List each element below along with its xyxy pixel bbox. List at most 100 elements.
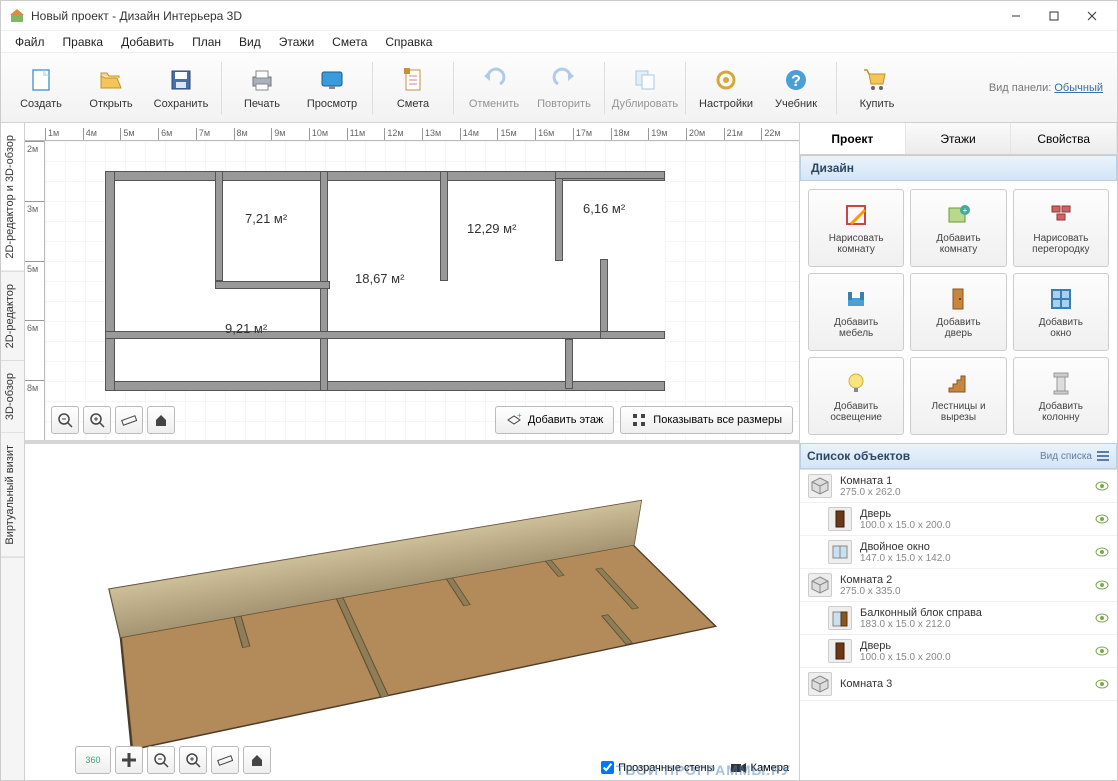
partition-icon — [1047, 201, 1075, 229]
toolbar-save-button[interactable]: Сохранить — [147, 57, 215, 119]
duplicate-icon — [631, 66, 659, 94]
screen-icon — [318, 66, 346, 94]
zoom-out-3d-button[interactable] — [147, 746, 175, 774]
home-button[interactable] — [147, 406, 175, 434]
plan-canvas[interactable]: 7,21 м² 18,67 м² 12,29 м² 6,16 м² 9,21 м… — [45, 141, 799, 440]
object-item[interactable]: Дверь100.0 x 15.0 x 200.0 — [800, 635, 1117, 668]
menu-Этажи[interactable]: Этажи — [271, 33, 322, 51]
object-item[interactable]: Комната 3 — [800, 668, 1117, 701]
ruler-vertical: 2м3м5м6м8м — [25, 141, 45, 440]
panel-mode-link[interactable]: Обычный — [1054, 82, 1103, 94]
visibility-icon[interactable] — [1095, 481, 1109, 491]
window-title: Новый проект - Дизайн Интерьера 3D — [31, 9, 999, 23]
settings-icon — [712, 66, 740, 94]
column-button[interactable]: Добавитьколонну — [1013, 357, 1109, 435]
zoom-in-3d-button[interactable] — [179, 746, 207, 774]
visibility-icon[interactable] — [1095, 547, 1109, 557]
pan-button[interactable] — [115, 746, 143, 774]
toolbar-open-button[interactable]: Открыть — [77, 57, 145, 119]
menu-Файл[interactable]: Файл — [7, 33, 53, 51]
furniture-icon — [842, 285, 870, 313]
toolbar-settings-button[interactable]: Настройки — [692, 57, 760, 119]
cube-icon — [808, 573, 832, 597]
visibility-icon[interactable] — [1095, 679, 1109, 689]
right-panel: ПроектЭтажиСвойства Дизайн Нарисоватьком… — [799, 123, 1117, 780]
light-button[interactable]: Добавитьосвещение — [808, 357, 904, 435]
visibility-icon[interactable] — [1095, 514, 1109, 524]
window-button[interactable]: Добавитьокно — [1013, 273, 1109, 351]
visibility-icon[interactable] — [1095, 646, 1109, 656]
visibility-icon[interactable] — [1095, 613, 1109, 623]
partition-button[interactable]: Нарисоватьперегородку — [1013, 189, 1109, 267]
list-mode-label: Вид списка — [1040, 451, 1092, 462]
object-item[interactable]: Комната 1275.0 x 262.0 — [800, 470, 1117, 503]
toolbar-print-button[interactable]: Печать — [228, 57, 296, 119]
vtab-0[interactable]: 2D-редактор и 3D-обзор — [1, 123, 24, 272]
rtab-Свойства[interactable]: Свойства — [1011, 123, 1117, 154]
maximize-button[interactable] — [1037, 4, 1071, 28]
main-toolbar: СоздатьОткрытьСохранитьПечатьПросмотрСме… — [1, 53, 1117, 123]
furniture-button[interactable]: Добавитьмебель — [808, 273, 904, 351]
toolbar-help-button[interactable]: ?Учебник — [762, 57, 830, 119]
list-mode-icon[interactable] — [1096, 449, 1110, 463]
stairs-button[interactable]: Лестницы ивырезы — [910, 357, 1006, 435]
add-room-button[interactable]: +Добавитькомнату — [910, 189, 1006, 267]
zoom-out-button[interactable] — [51, 406, 79, 434]
room-area-label: 7,21 м² — [245, 211, 287, 226]
toolbar-undo-button: Отменить — [460, 57, 528, 119]
add-room-icon: + — [944, 201, 972, 229]
object-item[interactable]: Двойное окно147.0 x 15.0 x 142.0 — [800, 536, 1117, 569]
camera-button[interactable]: Камера — [731, 762, 789, 774]
object-item[interactable]: Балконный блок справа183.0 x 15.0 x 212.… — [800, 602, 1117, 635]
vtab-2[interactable]: 3D-обзор — [1, 361, 24, 433]
room-area-label: 18,67 м² — [355, 271, 404, 286]
menu-Смета[interactable]: Смета — [324, 33, 375, 51]
vtab-3[interactable]: Виртуальный визит — [1, 433, 24, 558]
minimize-button[interactable] — [999, 4, 1033, 28]
right-tabs: ПроектЭтажиСвойства — [800, 123, 1117, 155]
toolbar-new-button[interactable]: Создать — [7, 57, 75, 119]
ruler-3d-button[interactable] — [211, 746, 239, 774]
close-button[interactable] — [1075, 4, 1109, 28]
vtab-1[interactable]: 2D-редактор — [1, 272, 24, 361]
redo-icon — [550, 66, 578, 94]
toolbar-cart-button[interactable]: Купить — [843, 57, 911, 119]
design-section-header: Дизайн — [800, 155, 1117, 181]
menu-Добавить[interactable]: Добавить — [113, 33, 182, 51]
print-icon — [248, 66, 276, 94]
draw-room-button[interactable]: Нарисоватькомнату — [808, 189, 904, 267]
transparent-walls-checkbox[interactable]: Прозрачные стены — [601, 761, 714, 774]
door-thumb-icon — [828, 507, 852, 531]
svg-text:+: + — [517, 412, 522, 420]
room-area-label: 9,21 м² — [225, 321, 267, 336]
room-area-label: 12,29 м² — [467, 221, 516, 236]
add-floor-button[interactable]: + Добавить этаж — [495, 406, 614, 434]
object-item[interactable]: Дверь100.0 x 15.0 x 200.0 — [800, 503, 1117, 536]
rtab-Проект[interactable]: Проект — [800, 123, 906, 154]
menu-Справка[interactable]: Справка — [377, 33, 440, 51]
toolbar-screen-button[interactable]: Просмотр — [298, 57, 366, 119]
visibility-icon[interactable] — [1095, 580, 1109, 590]
balcony-icon — [828, 606, 852, 630]
view-3d[interactable]: 360 Прозрачные стены Камера ТВОИ ПРОГРАМ… — [25, 440, 799, 780]
svg-text:?: ? — [791, 73, 801, 90]
toolbar-estimate-button[interactable]: Смета — [379, 57, 447, 119]
menu-Правка[interactable]: Правка — [55, 33, 112, 51]
door-button[interactable]: Добавитьдверь — [910, 273, 1006, 351]
stairs-icon — [944, 369, 972, 397]
panel-mode-label: Вид панели: Обычный — [989, 82, 1111, 94]
menu-Вид[interactable]: Вид — [231, 33, 269, 51]
rotate-360-button[interactable]: 360 — [75, 746, 111, 774]
object-item[interactable]: Комната 2275.0 x 335.0 — [800, 569, 1117, 602]
show-dimensions-button[interactable]: Показывать все размеры — [620, 406, 793, 434]
estimate-icon — [399, 66, 427, 94]
home-3d-button[interactable] — [243, 746, 271, 774]
cart-icon — [863, 66, 891, 94]
measure-button[interactable] — [115, 406, 143, 434]
app-icon — [9, 8, 25, 24]
rtab-Этажи[interactable]: Этажи — [906, 123, 1012, 154]
zoom-in-button[interactable] — [83, 406, 111, 434]
column-icon — [1047, 369, 1075, 397]
menu-План[interactable]: План — [184, 33, 229, 51]
ruler-horizontal: 1м4м5м6м7м8м9м10м11м12м13м14м15м16м17м18… — [25, 123, 799, 141]
